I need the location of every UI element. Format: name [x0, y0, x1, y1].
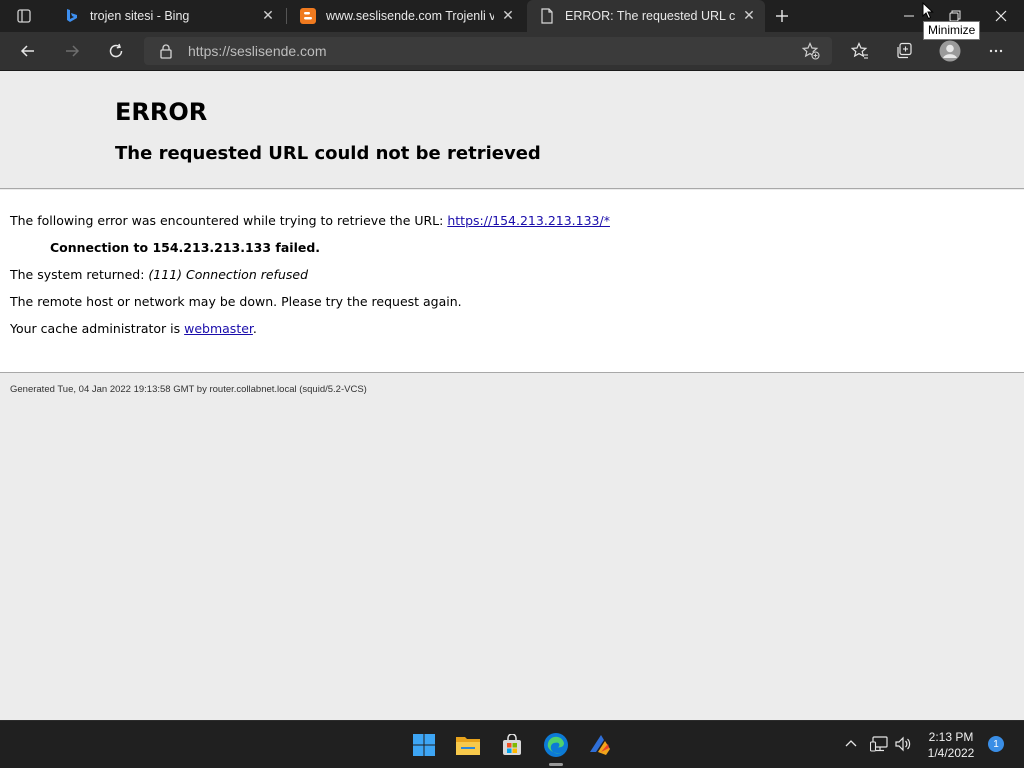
refresh-button[interactable] — [100, 36, 132, 66]
volume-button[interactable] — [892, 733, 914, 755]
more-icon — [989, 49, 1003, 53]
taskbar: 2:13 PM 1/4/2022 — [0, 720, 1024, 768]
system-returned-paragraph: The system returned: (111) Connection re… — [10, 267, 308, 282]
avatar-icon — [939, 40, 961, 62]
close-window-button[interactable] — [978, 0, 1024, 32]
failed-url-link[interactable]: https://154.213.213.133/* — [447, 213, 610, 228]
error-subtitle: The requested URL could not be retrieved — [115, 143, 541, 164]
edge-icon — [544, 733, 568, 757]
clock-button[interactable]: 2:13 PM 1/4/2022 — [920, 729, 982, 761]
collections-button[interactable] — [888, 36, 920, 66]
close-tab-icon[interactable]: ✕ — [739, 6, 759, 26]
minimize-icon — [904, 15, 914, 17]
tab-title: www.seslisende.com Trojenli virüs — [326, 9, 494, 23]
close-tab-icon[interactable]: ✕ — [258, 6, 278, 26]
edge-button[interactable] — [540, 729, 572, 761]
cache-prefix: Your cache administrator is — [10, 321, 185, 336]
remote-host-text: The remote host or network may be down. … — [10, 294, 462, 309]
settings-menu-button[interactable] — [980, 36, 1012, 66]
collections-icon — [897, 42, 912, 59]
address-text[interactable]: https://seslisende.com — [188, 43, 327, 59]
tab-actions-icon — [17, 9, 31, 23]
tab-title: trojen sitesi - Bing — [90, 9, 190, 23]
folder-icon — [456, 737, 480, 755]
minimize-tooltip: Minimize — [923, 21, 981, 40]
notification-badge[interactable]: 1 — [988, 736, 1004, 752]
error-body: The following error was encountered whil… — [0, 190, 1024, 373]
close-tab-icon[interactable]: ✕ — [498, 6, 518, 26]
speaker-icon — [895, 736, 911, 752]
tab-title: ERROR: The requested URL could not be re… — [565, 9, 735, 23]
favorites-button[interactable] — [844, 36, 876, 66]
generated-footer: Generated Tue, 04 Jan 2022 19:13:58 GMT … — [10, 384, 367, 395]
profile-button[interactable] — [934, 36, 966, 66]
browser-toolbar: https://seslisende.com — [0, 32, 1024, 71]
tab-seslisende[interactable]: www.seslisende.com Trojenli virüs ✕ — [288, 0, 524, 32]
forward-button[interactable] — [56, 36, 88, 66]
new-tab-button[interactable] — [770, 4, 794, 28]
system-detail: (111) Connection refused — [148, 267, 308, 282]
active-app-indicator — [549, 763, 563, 766]
error-title: ERROR — [115, 98, 208, 126]
file-explorer-button[interactable] — [452, 729, 484, 761]
pinned-app-icon — [590, 735, 610, 755]
cache-admin-paragraph: Your cache administrator is webmaster. — [10, 321, 257, 336]
arrow-right-icon — [66, 45, 80, 57]
start-button[interactable] — [408, 729, 440, 761]
clock-date: 1/4/2022 — [927, 746, 975, 760]
store-icon — [503, 734, 521, 755]
tab-bing[interactable]: trojen sitesi - Bing ✕ — [52, 0, 284, 32]
pinned-app-button[interactable] — [584, 729, 616, 761]
chevron-up-icon — [845, 740, 857, 747]
page-content: ERROR The requested URL could not be ret… — [0, 71, 1024, 720]
cache-suffix: . — [252, 321, 257, 336]
tab-actions-button[interactable] — [0, 0, 48, 32]
page-icon — [539, 8, 555, 24]
bing-icon — [64, 8, 80, 24]
tab-strip: trojen sitesi - Bing ✕ www.seslisende.co… — [0, 0, 1024, 32]
add-favorite-icon[interactable] — [801, 42, 820, 60]
lock-icon[interactable] — [158, 43, 174, 59]
back-button[interactable] — [12, 36, 44, 66]
blogger-icon — [300, 8, 316, 24]
tab-separator — [286, 8, 287, 24]
arrow-left-icon — [20, 45, 34, 57]
windows-logo-icon — [413, 734, 435, 756]
webmaster-link[interactable]: webmaster — [184, 321, 253, 336]
close-icon — [995, 10, 1007, 22]
mouse-cursor-icon — [922, 2, 934, 20]
system-prefix: The system returned: — [10, 267, 149, 282]
favorites-icon — [851, 42, 868, 59]
clock-time: 2:13 PM — [928, 730, 974, 744]
address-bar[interactable]: https://seslisende.com — [144, 37, 832, 65]
encounter-paragraph: The following error was encountered whil… — [10, 213, 610, 228]
error-header: ERROR The requested URL could not be ret… — [0, 71, 1024, 189]
show-hidden-icons-button[interactable] — [840, 733, 862, 755]
network-icon — [870, 736, 888, 752]
encounter-text: The following error was encountered whil… — [10, 213, 448, 228]
tab-error-active[interactable]: ERROR: The requested URL could not be re… — [527, 0, 765, 32]
store-button[interactable] — [496, 729, 528, 761]
connection-failed-text: Connection to 154.213.213.133 failed. — [50, 240, 321, 255]
refresh-icon — [109, 43, 123, 58]
network-button[interactable] — [868, 733, 890, 755]
plus-icon — [776, 10, 788, 22]
